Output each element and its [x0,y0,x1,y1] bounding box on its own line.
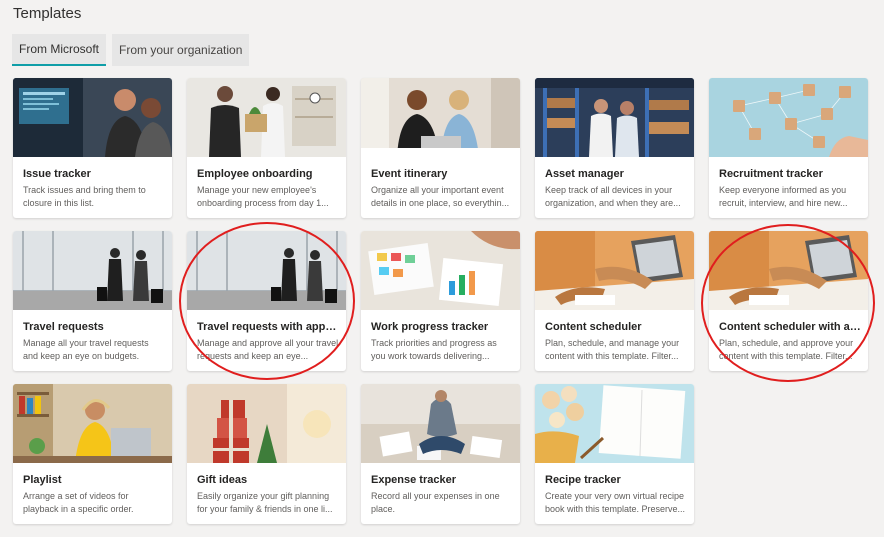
template-title: Playlist [23,474,62,486]
template-card-event-itinerary[interactable]: Event itinerary Organize all your import… [361,78,520,218]
template-title: Expense tracker [371,474,456,486]
template-card-content-scheduler[interactable]: Content scheduler Plan, schedule, and ma… [535,231,694,371]
template-description: Organize all your important event detail… [371,185,510,208]
template-card-gift-ideas[interactable]: Gift ideas Easily organize your gift pla… [187,384,346,524]
playlist-thumbnail [13,384,172,463]
template-title: Travel requests [23,321,104,333]
template-card-asset-manager[interactable]: Asset manager Keep track of all devices … [535,78,694,218]
template-title: Asset manager [545,168,624,180]
template-source-tabs: From Microsoft From your organization [12,34,250,66]
template-card-issue-tracker[interactable]: Issue tracker Track issues and bring the… [13,78,172,218]
template-description: Manage all your travel requests and keep… [23,338,149,361]
template-description: Keep track of all devices in your organi… [545,185,681,208]
expense-tracker-thumbnail [361,384,520,463]
employee-onboarding-thumbnail [187,78,346,157]
template-description: Track issues and bring them to closure i… [23,185,146,208]
recipe-tracker-thumbnail [535,384,694,463]
template-card-recipe-tracker[interactable]: Recipe tracker Create your very own virt… [535,384,694,524]
template-card-playlist[interactable]: Playlist Arrange a set of videos for pla… [13,384,172,524]
template-description: Track priorities and progress as you wor… [371,338,497,361]
template-description: Create your very own virtual recipe book… [545,491,686,514]
template-title: Issue tracker [23,168,91,180]
template-card-recruitment-tracker[interactable]: Recruitment tracker Keep everyone inform… [709,78,868,218]
template-title: Recipe tracker [545,474,621,486]
tab-from-your-organization[interactable]: From your organization [112,34,250,66]
template-card-content-scheduler-with-approvals[interactable]: Content scheduler with ap... Plan, sched… [709,231,868,371]
issue-tracker-thumbnail [13,78,172,157]
recruitment-tracker-thumbnail [709,78,868,157]
work-progress-tracker-thumbnail [361,231,520,310]
content-scheduler-approvals-thumbnail [709,231,868,310]
template-title: Content scheduler with ap... [719,321,861,333]
template-description: Record all your expenses in one place. [371,491,500,514]
template-card-work-progress-tracker[interactable]: Work progress tracker Track priorities a… [361,231,520,371]
tab-from-microsoft[interactable]: From Microsoft [12,34,107,66]
template-description: Plan, schedule, and manage your content … [545,338,680,361]
content-scheduler-thumbnail [535,231,694,310]
template-description: Manage and approve all your travel reque… [197,338,339,361]
template-description: Keep everyone informed as you recruit, i… [719,185,848,208]
template-description: Arrange a set of videos for playback in … [23,491,134,514]
event-itinerary-thumbnail [361,78,520,157]
template-description: Easily organize your gift planning for y… [197,491,333,514]
template-card-travel-requests[interactable]: Travel requests Manage all your travel r… [13,231,172,371]
template-title: Gift ideas [197,474,248,486]
template-title: Recruitment tracker [719,168,823,180]
template-card-employee-onboarding[interactable]: Employee onboarding Manage your new empl… [187,78,346,218]
template-description: Plan, schedule, and approve your content… [719,338,854,361]
template-title: Employee onboarding [197,168,313,180]
template-title: Travel requests with approv... [197,321,339,333]
template-title: Event itinerary [371,168,448,180]
travel-requests-thumbnail [13,231,172,310]
asset-manager-thumbnail [535,78,694,157]
template-description: Manage your new employee's onboarding pr… [197,185,329,208]
gift-ideas-thumbnail [187,384,346,463]
template-title: Work progress tracker [371,321,489,333]
template-title: Content scheduler [545,321,642,333]
page-title: Templates [13,5,82,22]
travel-requests-approvals-thumbnail [187,231,346,310]
template-card-travel-requests-with-approvals[interactable]: Travel requests with approv... Manage an… [187,231,346,371]
template-card-expense-tracker[interactable]: Expense tracker Record all your expenses… [361,384,520,524]
